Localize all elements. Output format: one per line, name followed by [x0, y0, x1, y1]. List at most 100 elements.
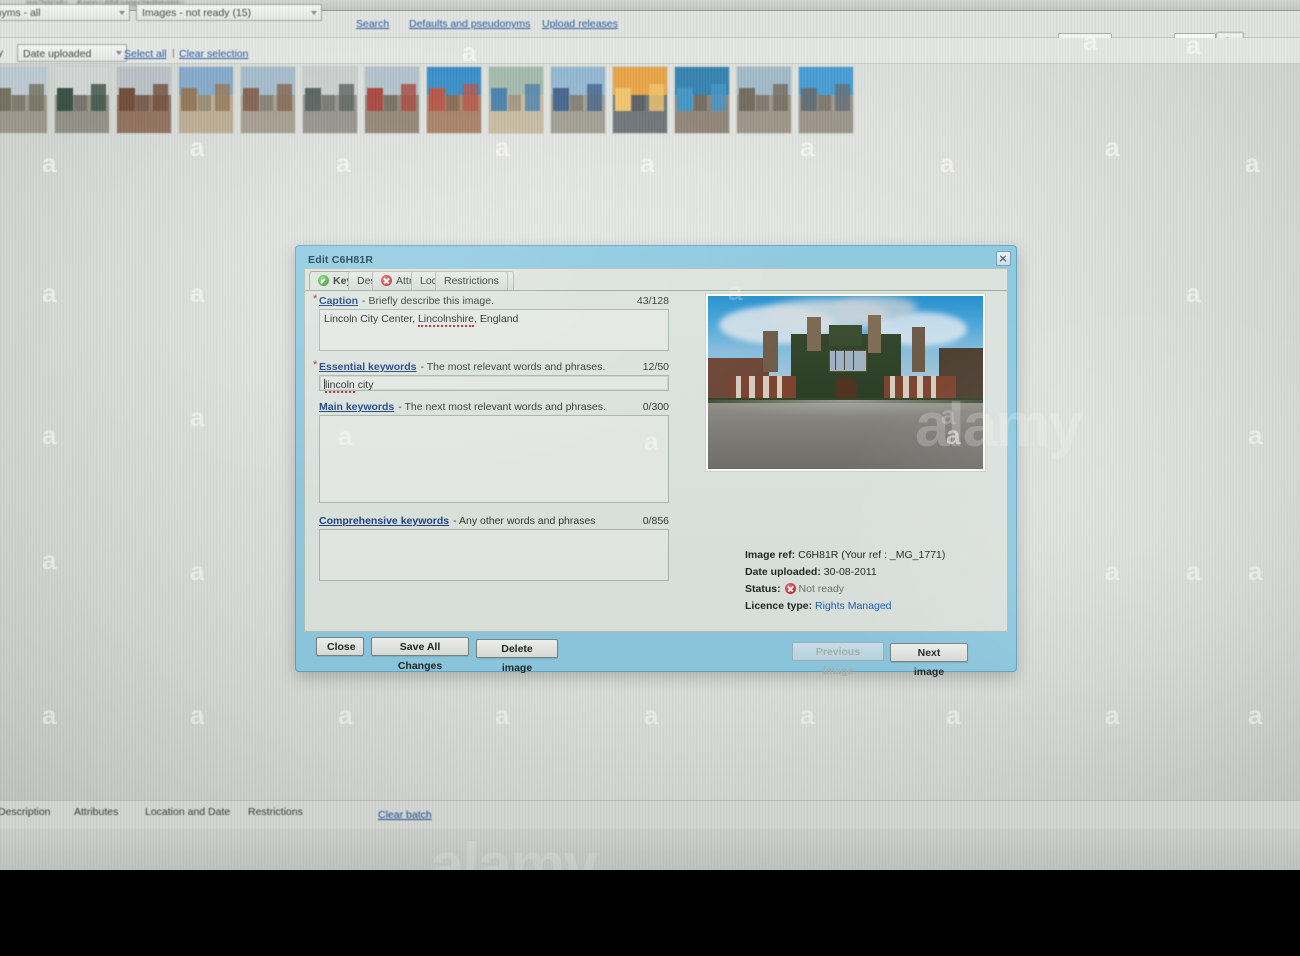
- field-input-essential-keywords[interactable]: lincoln city: [319, 375, 669, 393]
- thumbnail-shape: [260, 94, 274, 111]
- watermark-letter: a: [338, 700, 353, 730]
- close-button[interactable]: Close: [316, 637, 364, 656]
- thumbnail-shape: [243, 88, 260, 111]
- thumbnail-shape: [276, 84, 292, 111]
- watermark-letter: a: [800, 132, 815, 162]
- check-circle-icon: [318, 275, 329, 286]
- thumbnail-shape: [508, 94, 522, 111]
- delete-image-button[interactable]: Delete image: [476, 639, 558, 674]
- image-drop-zone[interactable]: Drag images here to edit them: [0, 829, 1300, 870]
- field-help-link-comprehensive-keywords[interactable]: Comprehensive keywords: [319, 515, 449, 527]
- required-asterisk: *: [313, 359, 318, 371]
- thumbnail-shape: [710, 84, 726, 111]
- thumbnail-item[interactable]: [550, 66, 606, 134]
- thumbnail-shape: [119, 88, 136, 111]
- watermark-letter: a: [644, 700, 659, 730]
- edit-image-dialog: Edit C6H81R KeywordsDescriptionAttribute…: [295, 245, 1017, 678]
- thumbnail-shape: [615, 88, 632, 111]
- thumbnail-shape: [74, 94, 88, 111]
- clear-batch-link[interactable]: Clear batch: [378, 809, 432, 821]
- pseudonyms-select[interactable]: donyms - all: [0, 4, 130, 21]
- batch-tab-restrictions[interactable]: Restrictions: [248, 806, 303, 818]
- clear-selection-link[interactable]: Clear selection: [179, 48, 248, 60]
- thumbnail-item[interactable]: [736, 66, 792, 134]
- watermark-letter: a: [1248, 556, 1263, 586]
- thumbnail-shape: [834, 84, 850, 111]
- batch-tab-location-and-date[interactable]: Location and Date: [145, 806, 230, 818]
- keyword-fields: * Caption - Briefly describe this image. 43…: [309, 293, 673, 593]
- error-circle-icon: [381, 275, 392, 286]
- watermark-letter: a: [495, 700, 510, 730]
- watermark-letter: a: [946, 700, 961, 730]
- thumbnail-shape: [524, 84, 540, 111]
- field-caption: * Caption - Briefly describe this image. 43…: [309, 293, 673, 351]
- thumbnail-item[interactable]: [54, 66, 110, 134]
- licence-type-link[interactable]: Rights Managed: [815, 600, 891, 612]
- thumbnail-shape: [429, 88, 446, 111]
- batch-tab-attributes[interactable]: Attributes: [74, 806, 118, 818]
- meta-date-label: Date uploaded:: [745, 566, 821, 578]
- thumbnail-item[interactable]: [364, 66, 420, 134]
- thumbnail-shape: [553, 88, 570, 111]
- watermark-letter: a: [1186, 278, 1201, 308]
- thumbnail-shape: [214, 84, 230, 111]
- thumbnail-item[interactable]: [612, 66, 668, 134]
- field-input-comprehensive-keywords[interactable]: [319, 529, 669, 581]
- defaults-and-pseudonyms-link[interactable]: Defaults and pseudonyms: [409, 18, 530, 30]
- dialog-tab-label: Restrictions: [444, 275, 499, 287]
- thumbnail-item[interactable]: [116, 66, 172, 134]
- field-counter-comprehensive-keywords: 0/856: [642, 515, 669, 527]
- thumbnail-shape: [152, 84, 168, 111]
- images-filter-select[interactable]: Images - not ready (15): [136, 4, 322, 21]
- field-essential-keywords: * Essential keywords - The most relevant w…: [309, 359, 673, 393]
- thumbnail-shape: [818, 94, 832, 111]
- field-comprehensive-keywords: Comprehensive keywords - Any other words …: [309, 515, 673, 581]
- thumbnail-item[interactable]: [426, 66, 482, 134]
- thumbnail-shape: [12, 94, 26, 111]
- sort-by-select[interactable]: Date uploaded: [17, 44, 127, 62]
- thumbnail-item[interactable]: [798, 66, 854, 134]
- field-help-link-main-keywords[interactable]: Main keywords: [319, 401, 394, 413]
- watermark-letter: a: [42, 545, 57, 575]
- thumbnail-shape: [446, 94, 460, 111]
- thumbnail-item[interactable]: [178, 66, 234, 134]
- thumbnail-item[interactable]: [302, 66, 358, 134]
- meta-date-value: 30-08-2011: [823, 566, 877, 578]
- upload-releases-link[interactable]: Upload releases: [542, 18, 618, 30]
- field-input-caption[interactable]: Lincoln City Center, Lincolnshire, Engla…: [319, 309, 669, 351]
- meta-image-ref: Image ref: C6H81R (Your ref : _MG_1771): [745, 547, 995, 564]
- watermark-letter: a: [42, 278, 57, 308]
- dialog-tab-restrictions[interactable]: Restrictions: [435, 271, 508, 290]
- save-all-changes-button[interactable]: Save All Changes: [371, 637, 469, 672]
- field-hint-essential-keywords: - The most relevant words and phrases.: [420, 361, 606, 373]
- field-help-link-essential-keywords[interactable]: Essential keywords: [319, 361, 416, 373]
- thumbnail-shape: [462, 84, 478, 111]
- field-help-link-caption[interactable]: Caption: [319, 295, 358, 307]
- thumbnail-shape: [801, 88, 818, 111]
- thumbnail-item[interactable]: [240, 66, 296, 134]
- batch-tab-description[interactable]: Description: [0, 806, 51, 818]
- watermark-letter: a: [640, 148, 655, 178]
- thumbnail-shape: [198, 94, 212, 111]
- next-image-button[interactable]: Next image: [890, 643, 968, 678]
- thumbnail-item[interactable]: [0, 66, 48, 134]
- image-metadata: Image ref: C6H81R (Your ref : _MG_1771) …: [745, 547, 995, 615]
- sort-by-label: by: [0, 47, 4, 59]
- meta-status-label: Status:: [745, 583, 781, 595]
- spellcheck-flagged-word: lincoln: [325, 379, 355, 393]
- field-label-main-keywords: Main keywords - The next most relevant wo…: [309, 401, 673, 413]
- thumbnail-item[interactable]: [674, 66, 730, 134]
- watermark-letter: a: [336, 148, 351, 178]
- select-all-link[interactable]: Select all: [124, 48, 167, 60]
- watermark-letter: a: [800, 700, 815, 730]
- dialog-tab-bar: KeywordsDescriptionAttributesLocation an…: [305, 269, 1007, 291]
- search-link[interactable]: Search: [356, 18, 389, 30]
- close-icon[interactable]: [996, 251, 1011, 266]
- field-input-main-keywords[interactable]: [319, 415, 669, 503]
- thumbnail-item[interactable]: [488, 66, 544, 134]
- thumbnail-shape: [400, 84, 416, 111]
- watermark-letter: a: [1105, 700, 1120, 730]
- thumbnail-shape: [90, 84, 106, 111]
- watermark-letter: a: [42, 148, 57, 178]
- watermark-letter: a: [1245, 148, 1260, 178]
